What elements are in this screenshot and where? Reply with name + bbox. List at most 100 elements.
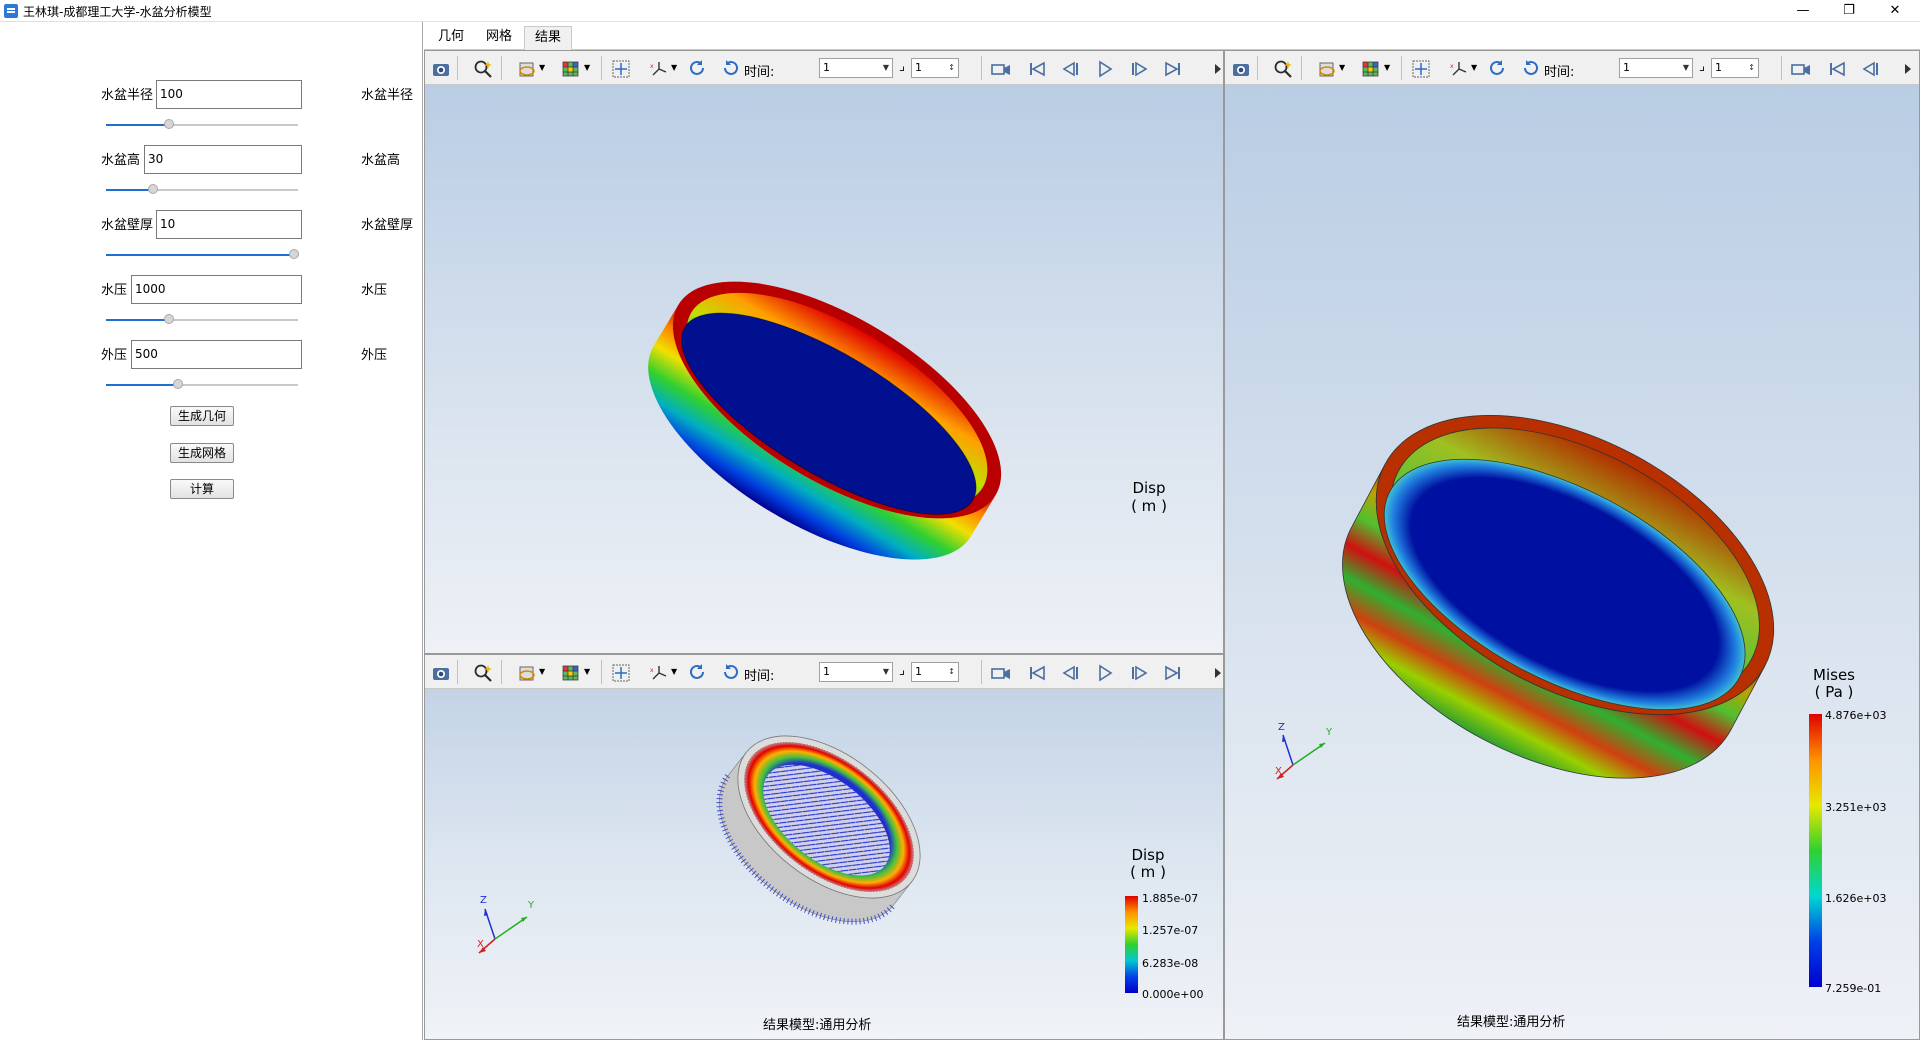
frame-spinbox[interactable]: 1 ↕: [911, 662, 959, 682]
zoom-fit-icon[interactable]: [1273, 59, 1293, 79]
minimize-button[interactable]: —: [1780, 0, 1826, 22]
viewport-scene[interactable]: Z Y X Disp ( m ) 1.885e-07 1.257e-07 6.2…: [425, 689, 1223, 1039]
axis-view-icon[interactable]: x: [1449, 59, 1469, 79]
axis-view-dropdown-icon[interactable]: ▼: [671, 667, 677, 676]
basin-mesh-loads-model: [716, 735, 921, 925]
axis-view-dropdown-icon[interactable]: ▼: [671, 63, 677, 72]
radius-slider-fill: [106, 124, 169, 126]
last-frame-icon[interactable]: [1163, 59, 1183, 79]
time-select-arrow-icon: ▼: [882, 63, 889, 72]
viewport-toolbar: ▼ ▼ x ▼ 时间: 1 ▼ ⌟ 1 ↕: [425, 655, 1224, 689]
thickness-slider-thumb[interactable]: [289, 249, 299, 259]
restore-button[interactable]: ❐: [1826, 0, 1872, 22]
toolbar-overflow-icon[interactable]: [1211, 663, 1224, 683]
color-map-dropdown-icon[interactable]: ▼: [584, 63, 590, 72]
param-label-radius: 水盆半径: [101, 88, 154, 103]
generate-geometry-button[interactable]: 生成几何: [170, 406, 234, 426]
color-map-dropdown-icon[interactable]: ▼: [584, 667, 590, 676]
prev-frame-icon[interactable]: [1061, 59, 1081, 79]
play-icon[interactable]: [1095, 59, 1115, 79]
viewport-top-left[interactable]: ▼ ▼ x ▼ 时间: 1 ▼ ⌟ 1 ↕ Disp (m): [424, 50, 1224, 654]
axis-view-icon[interactable]: x: [649, 663, 669, 683]
viewport-right[interactable]: ▼ ▼ x ▼ 时间: 1 ▼ ⌟ 1 ↕ Z Y X Mises (Pa)…: [1224, 50, 1920, 1040]
legend-color-bar: [1809, 714, 1822, 987]
first-frame-icon[interactable]: [1027, 59, 1047, 79]
rotate-cw-icon[interactable]: [687, 59, 707, 79]
fit-view-icon[interactable]: [611, 59, 631, 79]
legend-value: 7.259e-01: [1825, 982, 1882, 995]
generate-mesh-button[interactable]: 生成网格: [170, 443, 234, 463]
display-mode-dropdown-icon[interactable]: ▼: [539, 667, 545, 676]
param-label-thickness: 水盆壁厚: [101, 218, 154, 233]
axis-label-z: Z: [1278, 722, 1285, 733]
height-slider-thumb[interactable]: [148, 184, 158, 194]
radius-input[interactable]: 100: [156, 80, 302, 109]
last-frame-icon[interactable]: [1163, 663, 1183, 683]
prev-frame-icon[interactable]: [1861, 59, 1881, 79]
rotate-ccw-icon[interactable]: [1521, 59, 1541, 79]
legend-value: 3.251e+03: [1825, 801, 1887, 814]
screenshot-icon[interactable]: [431, 59, 451, 79]
external-pressure-input[interactable]: 500: [131, 340, 302, 369]
frame-spinbox[interactable]: 1 ↕: [911, 58, 959, 78]
record-video-icon[interactable]: [991, 663, 1011, 683]
axis-view-dropdown-icon[interactable]: ▼: [1471, 63, 1477, 72]
external-pressure-slider-thumb[interactable]: [173, 379, 183, 389]
next-frame-icon[interactable]: [1129, 59, 1149, 79]
fit-view-icon[interactable]: [611, 663, 631, 683]
display-mode-dropdown-icon[interactable]: ▼: [1339, 63, 1345, 72]
close-button[interactable]: ✕: [1872, 0, 1918, 22]
thickness-input[interactable]: 10: [156, 210, 302, 239]
time-label: 时间:: [744, 669, 775, 684]
display-mode-icon[interactable]: [517, 59, 537, 79]
time-select[interactable]: 1 ▼: [1619, 58, 1693, 78]
play-icon[interactable]: [1095, 663, 1115, 683]
toolbar-overflow-icon[interactable]: [1211, 59, 1224, 79]
time-select-value: 1: [823, 665, 830, 678]
time-label: 时间:: [1544, 65, 1575, 80]
tab-result[interactable]: 结果: [524, 26, 573, 50]
record-video-icon[interactable]: [1791, 59, 1811, 79]
axis-label-y: Y: [528, 900, 535, 911]
viewport-scene[interactable]: Disp ( m ): [425, 85, 1223, 653]
color-map-dropdown-icon[interactable]: ▼: [1384, 63, 1390, 72]
color-map-icon[interactable]: [1361, 59, 1381, 79]
display-mode-dropdown-icon[interactable]: ▼: [539, 63, 545, 72]
display-mode-icon[interactable]: [1317, 59, 1337, 79]
radius-slider-thumb[interactable]: [164, 119, 174, 129]
time-select[interactable]: 1 ▼: [819, 662, 893, 682]
fit-view-icon[interactable]: [1411, 59, 1431, 79]
tab-mesh[interactable]: 网格: [476, 26, 522, 50]
time-select[interactable]: 1 ▼: [819, 58, 893, 78]
toolbar-overflow-icon[interactable]: [1901, 59, 1920, 79]
rotate-ccw-icon[interactable]: [721, 59, 741, 79]
next-frame-icon[interactable]: [1129, 663, 1149, 683]
viewport-scene[interactable]: Z Y X Mises ( Pa ) 4.876e+03 3.251e+03 1…: [1225, 85, 1919, 1039]
prev-frame-icon[interactable]: [1061, 663, 1081, 683]
screenshot-icon[interactable]: [1231, 59, 1251, 79]
zoom-fit-icon[interactable]: [473, 59, 493, 79]
zoom-fit-icon[interactable]: [473, 663, 493, 683]
color-map-icon[interactable]: [561, 663, 581, 683]
axis-view-icon[interactable]: x: [649, 59, 669, 79]
first-frame-icon[interactable]: [1027, 663, 1047, 683]
svg-text:x: x: [650, 63, 654, 70]
display-mode-icon[interactable]: [517, 663, 537, 683]
rotate-cw-icon[interactable]: [687, 663, 707, 683]
rotate-cw-icon[interactable]: [1487, 59, 1507, 79]
screenshot-icon[interactable]: [431, 663, 451, 683]
param-unit-radius: 水盆半径: [361, 88, 414, 103]
frame-spinbox[interactable]: 1 ↕: [1711, 58, 1759, 78]
svg-text:x: x: [650, 667, 654, 674]
height-input[interactable]: 30: [144, 145, 302, 174]
frame-spinbox-value: 1: [915, 61, 922, 74]
water-pressure-input[interactable]: 1000: [131, 275, 302, 304]
record-video-icon[interactable]: [991, 59, 1011, 79]
rotate-ccw-icon[interactable]: [721, 663, 741, 683]
water-pressure-slider-thumb[interactable]: [164, 314, 174, 324]
tab-geometry[interactable]: 几何: [428, 26, 474, 50]
compute-button[interactable]: 计算: [170, 479, 234, 499]
viewport-bottom-left[interactable]: ▼ ▼ x ▼ 时间: 1 ▼ ⌟ 1 ↕ Z Y X Disp (m) 1…: [424, 654, 1224, 1040]
first-frame-icon[interactable]: [1827, 59, 1847, 79]
color-map-icon[interactable]: [561, 59, 581, 79]
